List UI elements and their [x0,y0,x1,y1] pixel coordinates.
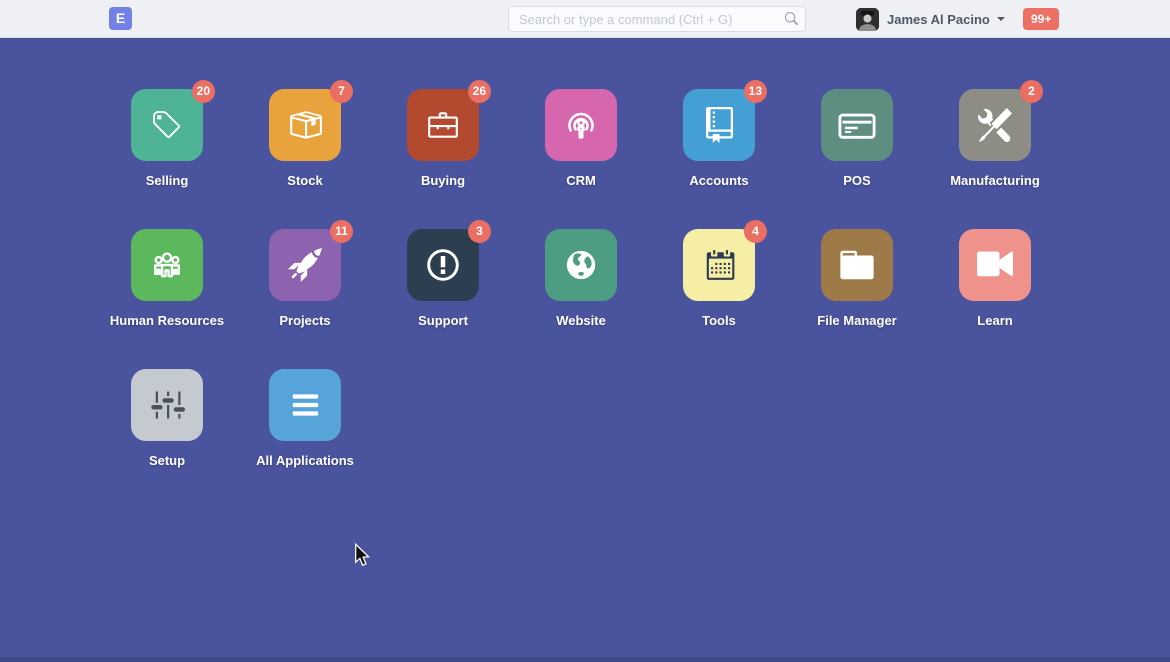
module-all-applications[interactable]: All Applications [236,369,374,509]
module-pos[interactable]: POS [788,89,926,229]
module-tile: 11 [269,229,341,301]
briefcase-icon [427,108,459,142]
top-navbar: E James Al Pacino 99+ [0,0,1170,38]
module-tile: 13 [683,89,755,161]
module-tile [545,89,617,161]
module-tile [821,89,893,161]
module-tools[interactable]: 4 Tools [650,229,788,369]
module-label: Accounts [689,173,748,188]
module-projects[interactable]: 11 Projects [236,229,374,369]
issue-opened-icon [427,247,459,283]
search-icon[interactable] [784,12,798,26]
module-tile: 20 [131,89,203,161]
module-learn[interactable]: Learn [926,229,1064,369]
three-bars-icon [291,388,320,422]
notification-count-badge: 26 [468,80,491,103]
tools-icon [978,108,1012,142]
user-name: James Al Pacino [887,12,990,27]
module-label: Selling [146,173,189,188]
notifications-badge[interactable]: 99+ [1023,8,1059,30]
module-support[interactable]: 3 Support [374,229,512,369]
video-camera-icon [977,247,1013,283]
module-label: All Applications [256,453,354,468]
sliders-icon [149,387,185,423]
module-label: Tools [702,313,736,328]
module-label: Website [556,313,606,328]
notification-count-badge: 3 [468,220,491,243]
module-label: CRM [566,173,596,188]
globe-icon [563,247,599,283]
module-crm[interactable]: CRM [512,89,650,229]
module-human-resources[interactable]: Human Resources [98,229,236,369]
search-input[interactable] [508,6,806,32]
module-label: Projects [279,313,330,328]
module-tile: 3 [407,229,479,301]
book-ledger-icon [706,107,733,143]
module-stock[interactable]: 7 Stock [236,89,374,229]
module-label: POS [843,173,870,188]
module-label: Buying [421,173,465,188]
module-selling[interactable]: 20 Selling [98,89,236,229]
desk-area: 20 Selling 7 Stock 26 Buying CRM 13 Accounts POS 2… [0,38,1170,662]
user-dropdown[interactable]: James Al Pacino [856,7,1005,31]
chevron-down-icon [997,17,1005,21]
mouse-cursor [353,543,371,572]
notification-count-badge: 2 [1020,80,1043,103]
module-label: Setup [149,453,185,468]
module-tile: 2 [959,89,1031,161]
module-label: Stock [287,173,322,188]
module-setup[interactable]: Setup [98,369,236,509]
module-tile: 26 [407,89,479,161]
notification-count-badge: 7 [330,80,353,103]
module-label: Manufacturing [950,173,1040,188]
global-search [508,6,806,32]
module-file-manager[interactable]: File Manager [788,229,926,369]
module-tile [269,369,341,441]
credit-card-icon [838,106,876,144]
broadcast-icon [563,107,599,143]
module-label: File Manager [817,313,896,328]
notification-count-badge: 11 [330,220,353,243]
notification-count-badge: 4 [744,220,767,243]
module-label: Learn [977,313,1012,328]
calendar-icon [704,248,735,282]
module-tile: 4 [683,229,755,301]
module-tile [959,229,1031,301]
module-accounts[interactable]: 13 Accounts [650,89,788,229]
package-icon [288,108,322,142]
user-avatar [856,8,879,31]
rocket-icon [288,248,322,282]
module-buying[interactable]: 26 Buying [374,89,512,229]
module-tile [821,229,893,301]
module-tile [545,229,617,301]
module-grid: 20 Selling 7 Stock 26 Buying CRM 13 Accounts POS 2… [98,38,1064,509]
page-bottom-edge [0,657,1170,662]
module-tile [131,229,203,301]
organization-icon [148,246,186,284]
folder-icon [840,246,874,284]
tag-icon [151,109,184,142]
notification-count-badge: 20 [192,80,215,103]
module-manufacturing[interactable]: 2 Manufacturing [926,89,1064,229]
notification-count-badge: 13 [744,80,767,103]
app-logo[interactable]: E [109,7,132,30]
module-tile: 7 [269,89,341,161]
module-website[interactable]: Website [512,229,650,369]
module-tile [131,369,203,441]
module-label: Support [418,313,468,328]
module-label: Human Resources [110,313,224,328]
